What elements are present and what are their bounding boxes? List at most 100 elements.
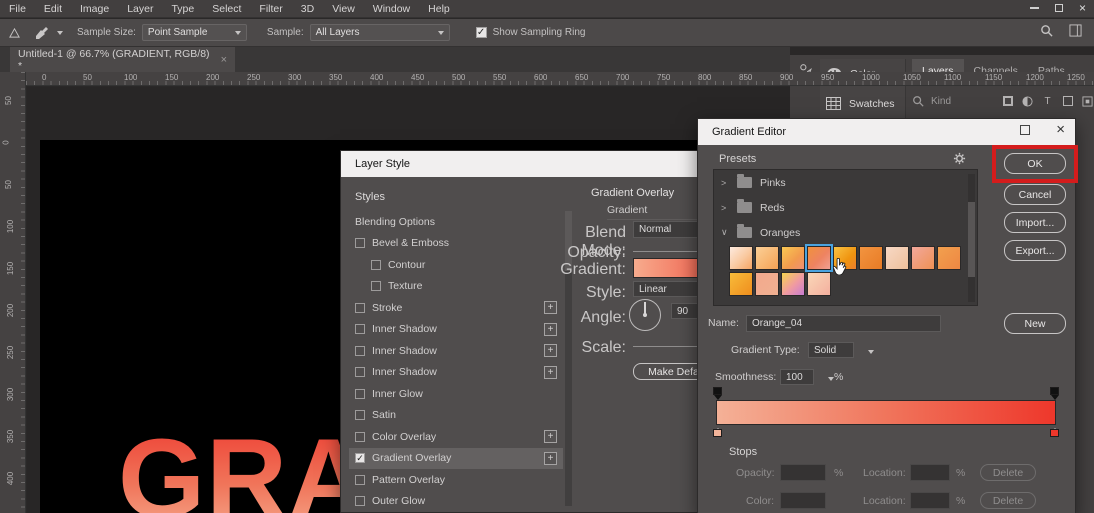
layer-style-item-color-overlay[interactable]: ✓ Color Overlay + bbox=[349, 426, 563, 448]
filter-adjustment-icon[interactable] bbox=[1021, 95, 1034, 108]
gradient-swatch-1[interactable] bbox=[729, 246, 753, 270]
cancel-button[interactable]: Cancel bbox=[1004, 184, 1066, 205]
layer-style-item-inner-glow[interactable]: ✓ Inner Glow bbox=[349, 383, 563, 405]
layer-style-item-outer-glow[interactable]: ✓ Outer Glow bbox=[349, 491, 563, 513]
color-stop-right[interactable] bbox=[1050, 429, 1059, 437]
tab-close-icon[interactable]: × bbox=[221, 54, 227, 66]
gradient-swatch-11[interactable] bbox=[755, 272, 779, 296]
gradient-editor-titlebar[interactable]: Gradient Editor × bbox=[698, 119, 1075, 145]
gradient-swatch-10[interactable] bbox=[729, 272, 753, 296]
layer-style-item-stroke[interactable]: ✓Stroke+ bbox=[349, 297, 563, 319]
checkbox-icon[interactable]: ✓ bbox=[355, 345, 365, 356]
filter-shape-icon[interactable] bbox=[1061, 95, 1074, 108]
preset-folder-pinks[interactable]: > Pinks bbox=[714, 170, 977, 195]
preset-folder-oranges[interactable]: ∨ Oranges bbox=[714, 220, 977, 245]
smoothness-field[interactable]: 100 bbox=[780, 369, 814, 385]
filter-smartobject-icon[interactable] bbox=[1081, 95, 1094, 108]
new-button[interactable]: New bbox=[1004, 313, 1066, 334]
layers-filter-kind[interactable]: Kind bbox=[931, 96, 951, 107]
layer-style-item-pattern-overlay[interactable]: ✓ Pattern Overlay bbox=[349, 469, 563, 491]
layer-style-item-inner-shadow[interactable]: ✓Inner Shadow+ bbox=[349, 340, 563, 362]
opacity-stop-left[interactable] bbox=[713, 387, 722, 395]
menu-item-select[interactable]: Select bbox=[203, 3, 250, 15]
vertical-ruler[interactable]: 50050100150200250300350400450 bbox=[0, 72, 26, 513]
menu-item-help[interactable]: Help bbox=[419, 3, 459, 15]
horizontal-ruler[interactable]: 0 50 100 150 200 250 300 350 400 450 500 550 600 650 7… bbox=[26, 72, 1094, 86]
layer-style-item-texture[interactable]: ✓ Texture bbox=[349, 276, 563, 298]
angle-dial[interactable] bbox=[629, 299, 661, 331]
menu-item-filter[interactable]: Filter bbox=[250, 3, 291, 15]
name-field[interactable]: Orange_04 bbox=[746, 315, 941, 332]
gradient-swatch-9[interactable] bbox=[937, 246, 961, 270]
gradient-swatch-4[interactable] bbox=[805, 244, 833, 272]
checkbox-icon[interactable]: ✓ bbox=[355, 388, 365, 399]
gradient-swatch-13[interactable] bbox=[807, 272, 831, 296]
gradient-swatch-7[interactable] bbox=[885, 246, 909, 270]
plus-icon[interactable]: + bbox=[544, 430, 557, 444]
menu-item-edit[interactable]: Edit bbox=[35, 3, 71, 15]
search-icon[interactable] bbox=[912, 95, 924, 107]
swatches-panel-button[interactable]: Swatches bbox=[820, 89, 905, 118]
menu-item-layer[interactable]: Layer bbox=[118, 3, 162, 15]
filter-pixel-icon[interactable] bbox=[1001, 95, 1014, 108]
layer-style-item-bevel---emboss[interactable]: ✓ Bevel & Emboss bbox=[349, 233, 563, 255]
sample-size-dropdown[interactable]: Point Sample bbox=[141, 24, 247, 41]
checkbox-icon[interactable]: ✓ bbox=[355, 367, 365, 378]
chevron-right-icon[interactable]: > bbox=[721, 203, 729, 213]
menu-item-image[interactable]: Image bbox=[71, 3, 118, 15]
chevron-down-icon[interactable]: ∨ bbox=[721, 227, 729, 238]
plus-icon[interactable]: + bbox=[544, 451, 557, 465]
layer-style-item-gradient-overlay[interactable]: ✓ Gradient Overlay + bbox=[349, 447, 563, 469]
import-button[interactable]: Import... bbox=[1004, 212, 1066, 233]
menu-item-file[interactable]: File bbox=[0, 3, 35, 15]
layer-style-item-inner-shadow[interactable]: ✓Inner Shadow+ bbox=[349, 319, 563, 341]
checkbox-icon[interactable]: ✓ bbox=[355, 410, 365, 421]
plus-icon[interactable]: + bbox=[544, 365, 557, 379]
gradient-swatch-3[interactable] bbox=[781, 246, 805, 270]
menu-item-3d[interactable]: 3D bbox=[292, 3, 323, 15]
chevron-right-icon[interactable]: > bbox=[721, 178, 729, 188]
checkbox-icon[interactable]: ✓ bbox=[371, 259, 381, 270]
presets-scrollbar[interactable] bbox=[968, 174, 975, 302]
checkbox-icon[interactable]: ✓ bbox=[371, 281, 381, 292]
gear-icon[interactable] bbox=[953, 152, 966, 165]
layer-style-item-inner-shadow[interactable]: ✓Inner Shadow+ bbox=[349, 362, 563, 384]
restore-icon[interactable] bbox=[1020, 125, 1031, 135]
checkbox-icon[interactable]: ✓ bbox=[355, 431, 365, 442]
menu-item-view[interactable]: View bbox=[323, 3, 364, 15]
search-icon[interactable] bbox=[1040, 24, 1053, 37]
gradient-swatch-2[interactable] bbox=[755, 246, 779, 270]
tool-preset-icon[interactable] bbox=[8, 26, 21, 39]
tool-caret-icon[interactable] bbox=[57, 30, 63, 38]
filter-type-icon[interactable]: T bbox=[1041, 95, 1054, 108]
show-sampling-ring-checkbox[interactable]: ✓ bbox=[475, 27, 487, 38]
export-button[interactable]: Export... bbox=[1004, 240, 1066, 261]
layer-style-item-satin[interactable]: ✓ Satin bbox=[349, 405, 563, 427]
menu-item-type[interactable]: Type bbox=[162, 3, 203, 15]
workspace-icon[interactable] bbox=[1069, 24, 1082, 37]
gradient-preview-bar[interactable] bbox=[716, 400, 1056, 425]
menu-item-window[interactable]: Window bbox=[364, 3, 419, 15]
restore-icon[interactable] bbox=[1054, 4, 1063, 12]
checkbox-icon[interactable]: ✓ bbox=[355, 453, 365, 464]
document-tab[interactable]: Untitled-1 @ 66.7% (GRADIENT, RGB/8) * × bbox=[10, 47, 235, 72]
close-icon[interactable]: × bbox=[1079, 2, 1086, 14]
checkbox-icon[interactable]: ✓ bbox=[355, 496, 365, 507]
layer-style-item-contour[interactable]: ✓ Contour bbox=[349, 254, 563, 276]
gradient-swatch-8[interactable] bbox=[911, 246, 935, 270]
layer-style-item-blending-options[interactable]: Blending Options bbox=[349, 211, 563, 233]
checkbox-icon[interactable]: ✓ bbox=[355, 302, 365, 313]
opacity-stop-right[interactable] bbox=[1050, 387, 1059, 395]
color-stop-left[interactable] bbox=[713, 429, 722, 437]
checkbox-icon[interactable]: ✓ bbox=[355, 324, 365, 335]
close-icon[interactable]: × bbox=[1056, 122, 1065, 137]
checkbox-icon[interactable]: ✓ bbox=[355, 474, 365, 485]
chevron-down-icon[interactable] bbox=[868, 350, 874, 357]
minimize-icon[interactable] bbox=[1029, 7, 1039, 9]
gradient-swatch-6[interactable] bbox=[859, 246, 883, 270]
sample-dropdown[interactable]: All Layers bbox=[309, 24, 450, 41]
preset-folder-reds[interactable]: > Reds bbox=[714, 195, 977, 220]
eyedropper-icon[interactable] bbox=[35, 26, 49, 40]
gradient-type-dropdown[interactable]: Solid bbox=[808, 342, 854, 358]
gradient-swatch-12[interactable] bbox=[781, 272, 805, 296]
